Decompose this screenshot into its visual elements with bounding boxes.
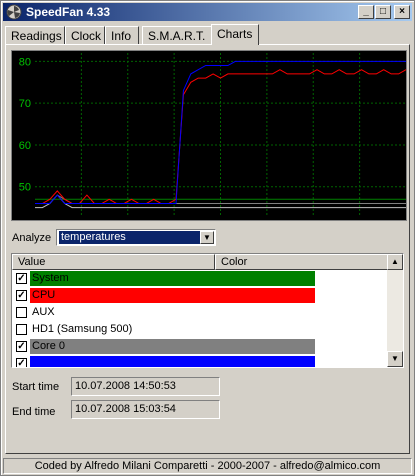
window-title: SpeedFan 4.33 [26, 5, 111, 19]
status-bar: Coded by Alfredo Milani Comparetti - 200… [3, 458, 412, 474]
list-item[interactable]: ✓ Core 0 [12, 339, 388, 355]
y-tick-label: 50 [19, 182, 31, 194]
list-item[interactable]: ✓ System [12, 271, 388, 287]
maximize-icon: □ [379, 6, 387, 17]
list-item[interactable]: AUX [12, 305, 388, 321]
fan-icon [6, 4, 22, 20]
analyze-selected-value: temperatures [59, 231, 200, 244]
tab-info[interactable]: Info [105, 26, 139, 44]
list-item-label: AUX [32, 306, 55, 318]
tab-clock[interactable]: Clock [65, 26, 105, 44]
column-header-color[interactable]: Color [215, 254, 388, 270]
checkbox[interactable]: ✓ [16, 273, 27, 284]
list-item[interactable]: HD1 (Samsung 500) [12, 322, 388, 338]
checkbox[interactable] [16, 307, 27, 318]
tab-smart[interactable]: S.M.A.R.T. [142, 26, 212, 44]
checkbox[interactable]: ✓ [16, 290, 27, 301]
tab-charts[interactable]: Charts [211, 24, 259, 45]
y-tick-label: 80 [19, 56, 31, 68]
title-bar[interactable]: SpeedFan 4.33 _ □ × [3, 3, 412, 21]
end-time-field: 10.07.2008 15:03:54 [71, 400, 220, 419]
list-item-label: Core 0 [30, 339, 315, 354]
list-item[interactable]: ✓ CPU [12, 288, 388, 304]
list-item-label: HD1 (Samsung 500) [32, 323, 133, 335]
checkbox[interactable]: ✓ [16, 341, 27, 352]
y-tick-label: 60 [19, 140, 31, 152]
tab-readings[interactable]: Readings [5, 26, 65, 44]
minimize-icon: _ [363, 6, 369, 17]
column-header-value[interactable]: Value [12, 254, 215, 270]
analyze-label: Analyze [12, 232, 52, 244]
analyze-select[interactable]: temperatures ▼ [56, 229, 216, 246]
temperature-chart: 50 60 70 80 [11, 50, 407, 221]
list-item-label [30, 356, 315, 367]
checkbox[interactable]: ✓ [16, 358, 27, 367]
y-tick-label: 70 [19, 98, 31, 110]
close-button[interactable]: × [394, 5, 410, 19]
minimize-button[interactable]: _ [358, 5, 374, 19]
start-time-field: 10.07.2008 14:50:53 [71, 377, 220, 396]
scroll-up-icon[interactable]: ▲ [387, 254, 403, 270]
scroll-down-icon[interactable]: ▼ [387, 351, 403, 367]
close-icon: × [399, 6, 405, 17]
list-item[interactable]: ✓ [12, 356, 388, 367]
chevron-down-icon[interactable]: ▼ [200, 231, 214, 244]
start-time-label: Start time [12, 381, 60, 393]
end-time-label: End time [12, 406, 56, 418]
sensor-list[interactable]: Value Color ✓ System ✓ CPU AUX HD1 (Sams… [11, 253, 404, 368]
main-window: SpeedFan 4.33 _ □ × Readings Clock Info … [0, 0, 415, 476]
checkbox[interactable] [16, 324, 27, 335]
maximize-button[interactable]: □ [375, 5, 391, 19]
list-item-label: CPU [30, 288, 315, 303]
list-scrollbar[interactable]: ▲ ▼ [387, 254, 403, 367]
list-item-label: System [30, 271, 315, 286]
